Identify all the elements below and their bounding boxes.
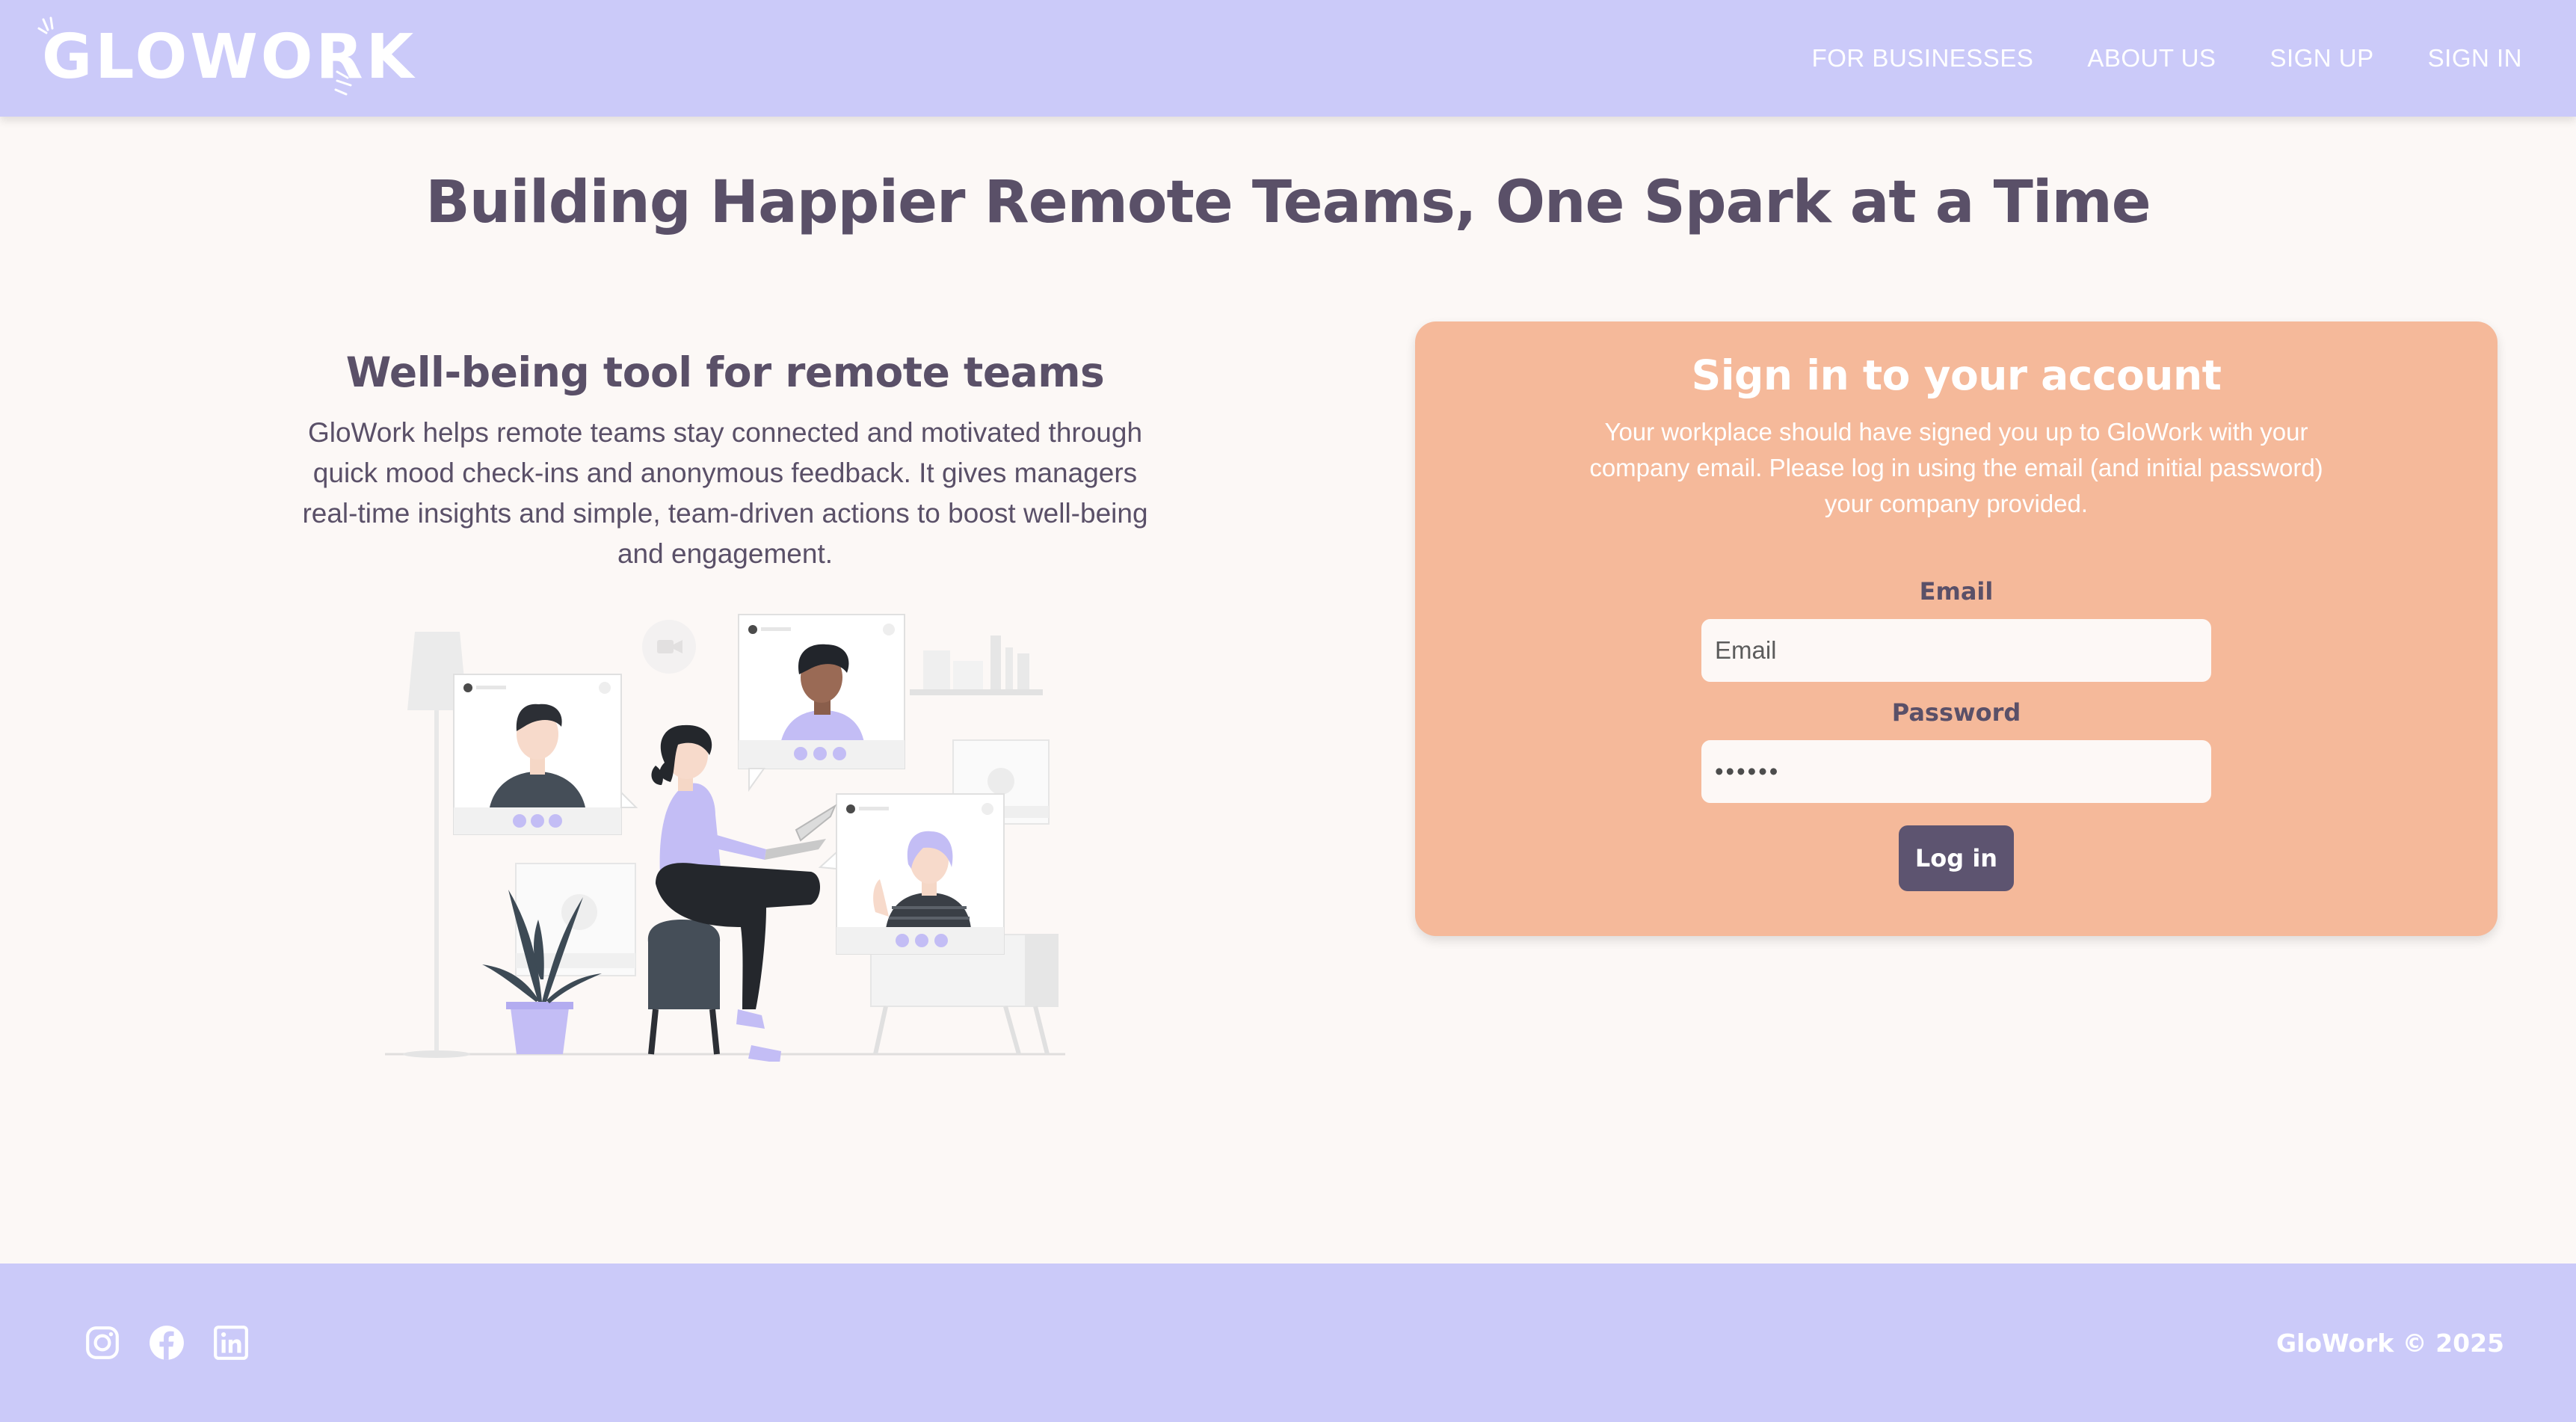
woman-with-laptop xyxy=(647,724,837,1062)
password-field[interactable] xyxy=(1701,740,2211,803)
nav-sign-up[interactable]: SIGN UP xyxy=(2270,44,2373,73)
instagram-icon[interactable] xyxy=(84,1324,121,1361)
video-window-colleague xyxy=(738,614,905,792)
signin-description: Your workplace should have signed you up… xyxy=(1589,418,2323,517)
password-label: Password xyxy=(1891,698,2021,727)
nav-sign-in[interactable]: SIGN IN xyxy=(2428,44,2522,73)
main-nav: FOR BUSINESSES ABOUT US SIGN UP SIGN IN xyxy=(1812,0,2522,117)
copyright-text: GloWork © 2025 xyxy=(2275,1328,2504,1358)
facebook-icon[interactable] xyxy=(148,1324,185,1361)
top-navbar: GLOWORK FOR BUSINESSES ABOUT US SIGN UP … xyxy=(0,0,2576,117)
nav-for-businesses[interactable]: FOR BUSINESSES xyxy=(1812,44,2034,73)
email-field[interactable] xyxy=(1701,619,2211,682)
page-title: Building Happier Remote Teams, One Spark… xyxy=(425,169,2151,236)
shelf-graphic xyxy=(910,635,1043,695)
spark-icon xyxy=(334,70,352,96)
email-label: Email xyxy=(1919,577,1994,606)
login-button[interactable]: Log in xyxy=(1899,825,2014,891)
nav-about-us[interactable]: ABOUT US xyxy=(2087,44,2216,73)
social-links xyxy=(84,1264,250,1422)
video-window-man xyxy=(453,674,638,835)
glowork-logo[interactable]: GLOWORK xyxy=(37,16,413,100)
signin-card: Sign in to your account Your workplace s… xyxy=(1415,321,2498,936)
video-camera-bubble xyxy=(642,620,696,674)
info-heading: Well-being tool for remote teams xyxy=(345,348,1105,396)
info-description: GloWork helps remote teams stay connecte… xyxy=(302,417,1148,569)
remote-team-illustration xyxy=(385,614,1065,1062)
signin-title: Sign in to your account xyxy=(1691,351,2222,399)
video-window-woman xyxy=(818,793,1005,955)
footer: GloWork © 2025 xyxy=(0,1264,2576,1422)
linkedin-icon[interactable] xyxy=(212,1324,250,1361)
